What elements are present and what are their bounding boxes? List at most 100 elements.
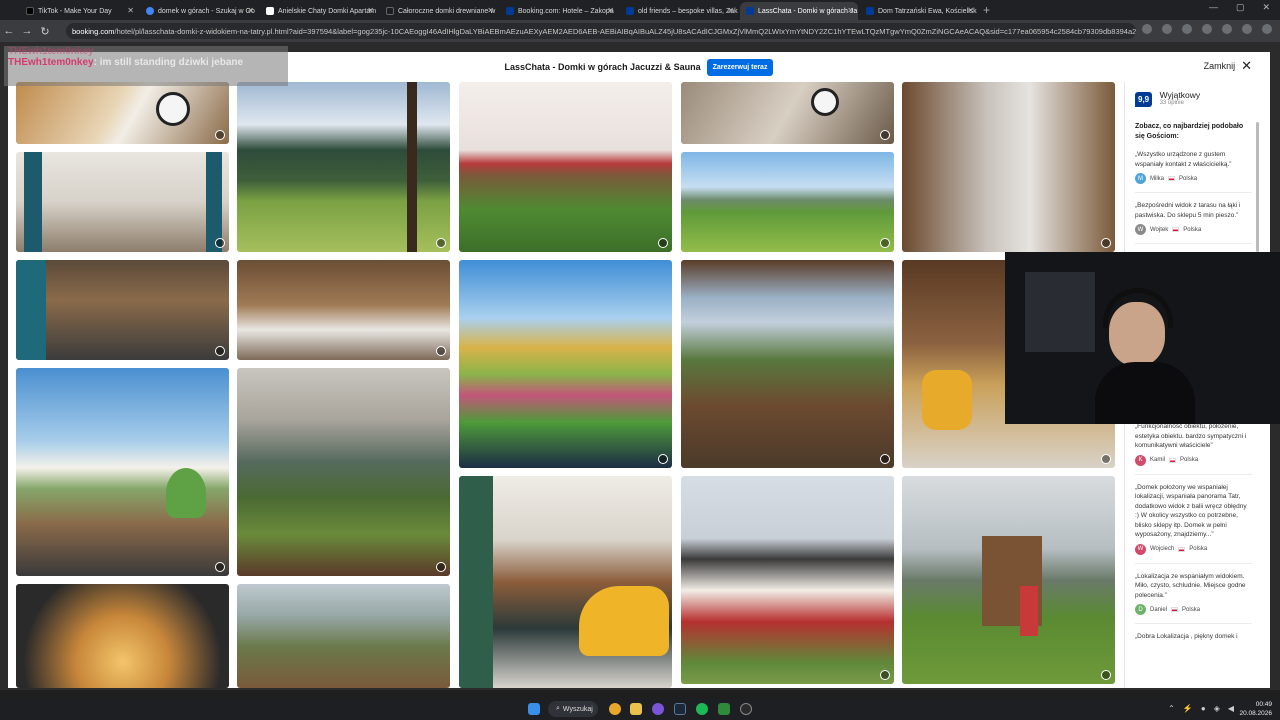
- photo-info-icon[interactable]: [880, 130, 890, 140]
- gallery-photo-playground[interactable]: [902, 476, 1115, 684]
- tab-anielskie-chaty[interactable]: Anielskie Chaty Domki Apartam ✕: [260, 2, 378, 20]
- poland-flag-icon: [1172, 227, 1180, 232]
- windows-start-icon[interactable]: [528, 703, 540, 715]
- close-gallery-button[interactable]: Zamknij ✕: [1204, 59, 1252, 72]
- webcam-background-shelf: [1025, 272, 1095, 352]
- photo-info-icon[interactable]: [215, 562, 225, 572]
- tab-dom-tatrzanski[interactable]: Dom Tatrzański Ewa, Kościelisk ✕: [860, 2, 978, 20]
- close-tab-icon[interactable]: ✕: [607, 6, 614, 15]
- photo-info-icon[interactable]: [658, 238, 668, 248]
- close-tab-icon[interactable]: ✕: [487, 6, 494, 15]
- media-app-icon[interactable]: [718, 703, 730, 715]
- taskbar-clock[interactable]: 00:49 20.08.2026: [1239, 700, 1272, 718]
- tray-chevron-icon[interactable]: ⌃: [1168, 704, 1175, 713]
- new-tab-icon[interactable]: +: [983, 3, 990, 17]
- photo-info-icon[interactable]: [215, 130, 225, 140]
- chat-username: THEwh1tem0nkey: [8, 57, 94, 68]
- property-title: LassChata - Domki w górach Jacuzzi & Sau…: [504, 62, 701, 72]
- review-item: „Bezpośredni widok z tarasu na łąki i pa…: [1135, 201, 1252, 244]
- gallery-photo-alarm-clock[interactable]: [16, 82, 229, 144]
- file-explorer-icon[interactable]: [630, 703, 642, 715]
- gallery-photo-autumn-castle[interactable]: [459, 260, 672, 468]
- maximize-icon[interactable]: ▢: [1236, 2, 1245, 13]
- minimize-icon[interactable]: —: [1209, 2, 1218, 13]
- search-label: Wyszukaj: [562, 705, 593, 713]
- poland-flag-icon: [1171, 607, 1179, 612]
- reviewer-name: Wojciech: [1150, 546, 1175, 552]
- gallery-photo-bedroom[interactable]: [237, 260, 450, 360]
- photo-info-icon[interactable]: [1101, 454, 1111, 464]
- sidebar-scrollbar[interactable]: [1256, 122, 1259, 252]
- network-icon[interactable]: ◈: [1214, 704, 1220, 713]
- obs-icon[interactable]: [740, 703, 752, 715]
- photo-info-icon[interactable]: [436, 562, 446, 572]
- close-tab-icon[interactable]: ✕: [727, 6, 734, 15]
- tab-google-search[interactable]: domek w górach - Szukaj w Go ✕: [140, 2, 258, 20]
- close-tab-icon[interactable]: ✕: [367, 6, 374, 15]
- gallery-photo-covered-porch[interactable]: [681, 260, 894, 468]
- tab-label: domek w górach - Szukaj w Go: [158, 7, 255, 15]
- gallery-photo-cabin-exterior[interactable]: [681, 476, 894, 684]
- reviewer-country: Polska: [1179, 175, 1198, 182]
- discord-icon[interactable]: [652, 703, 664, 715]
- stream-chat-overlay: THEwh1tem0nkey THEwh1tem0nkey: im still …: [4, 46, 288, 86]
- gallery-photo-tatra-panorama[interactable]: [237, 82, 450, 252]
- extension-icon[interactable]: [1162, 24, 1172, 34]
- forward-icon[interactable]: →: [18, 25, 36, 37]
- extension-icon[interactable]: [1182, 24, 1192, 34]
- taskbar-search[interactable]: ⌕ Wyszukaj: [548, 701, 598, 717]
- photo-info-icon[interactable]: [880, 454, 890, 464]
- gallery-photo-mountain-view-window[interactable]: [237, 368, 450, 576]
- close-tab-icon[interactable]: ✕: [247, 6, 254, 15]
- tab-old-friends[interactable]: old friends – bespoke villas, Zak ✕: [620, 2, 738, 20]
- photo-info-icon[interactable]: [436, 346, 446, 356]
- site-icon: [386, 7, 394, 15]
- reload-icon[interactable]: ↻: [36, 25, 54, 38]
- photo-info-icon[interactable]: [215, 238, 225, 248]
- gallery-photo-meadow-mountains[interactable]: [681, 152, 894, 252]
- close-window-icon[interactable]: ✕: [1262, 2, 1270, 13]
- extensions-puzzle-icon[interactable]: [1202, 24, 1212, 34]
- photo-info-icon[interactable]: [215, 346, 225, 356]
- close-tab-icon[interactable]: ✕: [127, 6, 134, 15]
- gallery-photo-love-lamp[interactable]: [16, 584, 229, 688]
- gallery-photo-wooden-table[interactable]: [16, 260, 229, 360]
- bookmark-star-icon[interactable]: [1142, 24, 1152, 34]
- booking-icon: [506, 7, 514, 15]
- photo-info-icon[interactable]: [880, 238, 890, 248]
- volume-icon[interactable]: ◀: [1228, 704, 1234, 713]
- gallery-photo-dining-room[interactable]: [16, 152, 229, 252]
- reserve-button[interactable]: Zarezerwuj teraz: [706, 58, 774, 76]
- photo-info-icon[interactable]: [1101, 238, 1111, 248]
- review-item: „Funkcjonalność obiektu, położenie, este…: [1135, 422, 1252, 475]
- review-text: „Funkcjonalność obiektu, położenie, este…: [1135, 423, 1247, 449]
- menu-icon[interactable]: [1262, 24, 1272, 34]
- gallery-photo-alarm-clock-bedside[interactable]: [681, 82, 894, 144]
- photo-info-icon[interactable]: [880, 670, 890, 680]
- microphone-icon[interactable]: ●: [1201, 704, 1206, 713]
- photo-info-icon[interactable]: [1101, 670, 1111, 680]
- gallery-photo-bathroom[interactable]: [902, 82, 1115, 252]
- url-field[interactable]: booking.com/hotel/pl/lasschata-domki-z-w…: [66, 23, 1136, 39]
- close-tab-icon[interactable]: ✕: [967, 6, 974, 15]
- profile-icon[interactable]: [1242, 24, 1252, 34]
- spotify-icon[interactable]: [696, 703, 708, 715]
- tab-booking-zakopane[interactable]: Booking.com: Hotele – Zakopa ✕: [500, 2, 618, 20]
- tab-caloroczne-domki[interactable]: Całoroczne domki drewniane w ✕: [380, 2, 498, 20]
- photo-info-icon[interactable]: [436, 238, 446, 248]
- review-text: „Bezpośredni widok z tarasu na łąki i pa…: [1135, 202, 1241, 219]
- tab-lasschata[interactable]: LassChata - Domki w górach Ja ✕: [740, 2, 858, 20]
- bluetooth-icon[interactable]: ⚡: [1183, 704, 1193, 713]
- steam-icon[interactable]: [674, 703, 686, 715]
- close-tab-icon[interactable]: ✕: [847, 6, 854, 15]
- back-icon[interactable]: ←: [0, 25, 18, 37]
- review-count[interactable]: 33 opinie: [1160, 100, 1201, 106]
- photo-info-icon[interactable]: [658, 454, 668, 464]
- gallery-photo-deck-chairs[interactable]: [459, 82, 672, 252]
- download-icon[interactable]: [1222, 24, 1232, 34]
- gallery-photo-living-room-yellow-chair[interactable]: [459, 476, 672, 688]
- tab-tiktok[interactable]: TikTok - Make Your Day ✕: [20, 2, 138, 20]
- gallery-photo-terrace-mountain-view[interactable]: [16, 368, 229, 576]
- chrome-icon[interactable]: [609, 703, 621, 715]
- gallery-photo-porch-view[interactable]: [237, 584, 450, 688]
